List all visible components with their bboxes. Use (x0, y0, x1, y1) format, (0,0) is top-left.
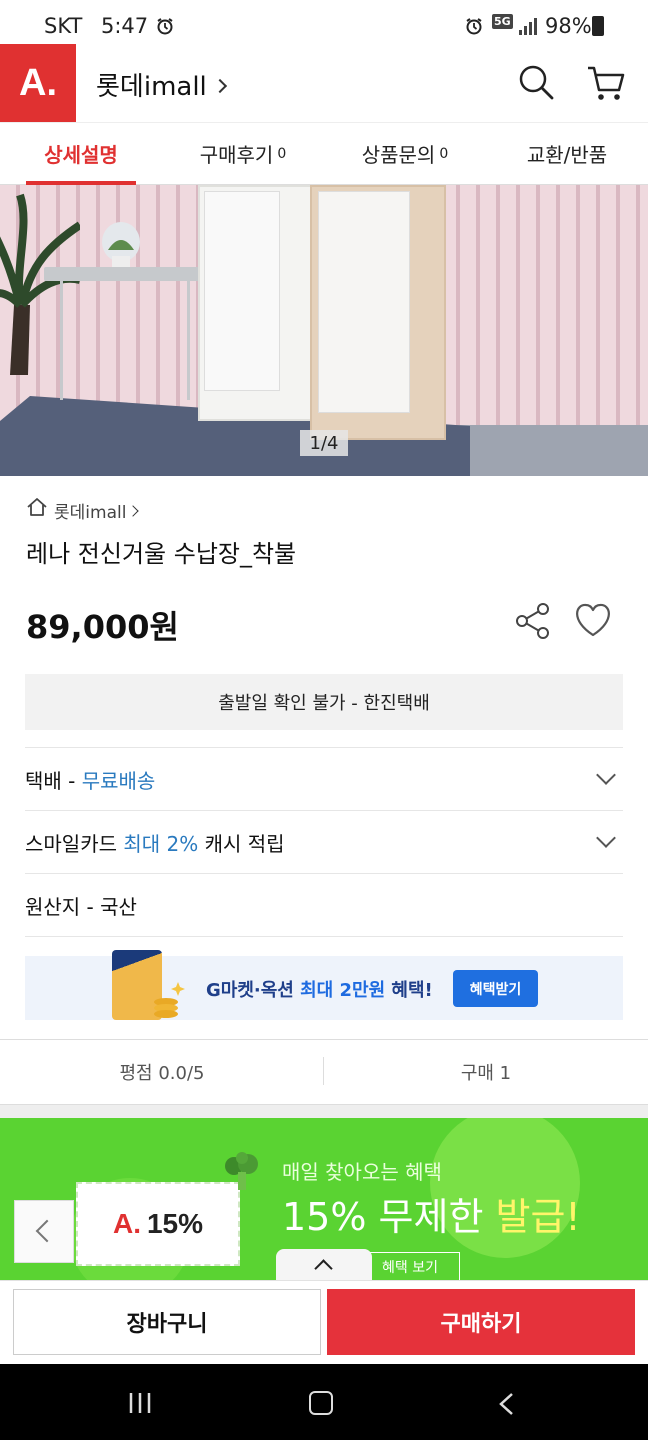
coupon-value: 15% (146, 1208, 204, 1239)
signal-icon (519, 18, 537, 35)
cart-icon[interactable] (586, 64, 626, 102)
chevron-right-icon (127, 505, 140, 517)
promo-text-prefix: G마켓·옥션 (206, 980, 301, 1001)
chevron-right-icon (212, 78, 227, 93)
chevron-up-icon (314, 1259, 333, 1278)
product-price: 89,000원 (26, 608, 179, 646)
coins-icon (154, 982, 185, 1018)
buy-now-button[interactable]: 구매하기 (327, 1289, 635, 1355)
coupon-image: A. 15% (76, 1182, 240, 1266)
view-benefit-button[interactable]: 혜택 보기 (360, 1252, 460, 1282)
rating-stat: 평점 0.0/5 (119, 1063, 205, 1084)
recent-apps-icon[interactable] (128, 1392, 152, 1414)
tab-label: 교환/반품 (526, 143, 608, 167)
tab-label: 상품문의 (361, 143, 436, 167)
promo-text: G마켓·옥션 최대 2만원 혜택! (206, 976, 433, 1002)
promo-text-highlight: 최대 2만원 (300, 980, 386, 1001)
event-subtitle: 매일 찾아오는 혜택 (282, 1160, 442, 1184)
product-title: 레나 전신거울 수납장_착불 (26, 540, 297, 568)
network-badge: 5G (492, 14, 513, 29)
tab-detail[interactable]: 상세설명 (0, 123, 162, 185)
shipping-notice: 출발일 확인 불가 - 한진택배 (25, 674, 623, 730)
get-benefit-button[interactable]: 혜택받기 (453, 970, 538, 1007)
battery-percent: 98% (545, 14, 592, 38)
section-gap (0, 1105, 648, 1118)
divider (323, 1057, 324, 1085)
event-title-main: 15% 무제한 (282, 1195, 496, 1239)
carrier-label: SKT (44, 14, 83, 38)
clock: 5:47 (101, 14, 149, 38)
search-icon[interactable] (518, 64, 554, 100)
card-value: 최대 2% (123, 831, 199, 856)
tab-count: 0 (439, 145, 449, 162)
origin-label: 원산지 - 국산 (25, 894, 137, 919)
rating-stats: 평점 0.0/5 구매 1 (0, 1039, 648, 1105)
delivery-value: 무료배송 (81, 768, 156, 793)
store-title-label: 롯데imall (96, 72, 207, 102)
tab-reviews[interactable]: 구매후기 0 (162, 123, 324, 184)
add-to-cart-button[interactable]: 장바구니 (13, 1289, 321, 1355)
share-icon[interactable] (514, 602, 552, 640)
product-tabs: 상세설명 구매후기 0 상품문의 0 교환/반품 (0, 122, 648, 185)
cabinet-white (198, 185, 314, 421)
broccoli-icon (225, 1152, 258, 1190)
chevron-down-icon (596, 765, 616, 785)
collapse-toggle[interactable] (276, 1249, 372, 1282)
card-benefit-row[interactable]: 스마일카드 최대 2% 캐시 적립 (25, 810, 623, 873)
gallery-page-indicator: 1/4 (300, 430, 348, 456)
banner-prev-button[interactable] (14, 1200, 74, 1263)
chevron-left-icon (35, 1219, 59, 1243)
card-suffix: 캐시 적립 (198, 831, 285, 856)
promo-text-suffix: 혜택! (385, 980, 433, 1001)
tab-label: 구매후기 (199, 143, 274, 167)
coupon-logo: A. (112, 1208, 141, 1239)
tab-returns[interactable]: 교환/반품 (486, 123, 648, 184)
delivery-label: 택배 - (25, 768, 82, 793)
chevron-down-icon (596, 828, 616, 848)
event-title: 15% 무제한 발급! (282, 1186, 581, 1241)
card-label: 스마일카드 (25, 831, 124, 856)
side-table-legs (60, 280, 190, 400)
tab-qna[interactable]: 상품문의 0 (324, 123, 486, 184)
side-table (44, 267, 204, 281)
event-title-highlight: 발급! (495, 1195, 581, 1239)
home-button-icon[interactable] (309, 1391, 333, 1415)
back-icon[interactable] (498, 1392, 514, 1416)
tab-count: 0 (277, 145, 287, 162)
store-breadcrumb[interactable]: 롯데imall (54, 498, 140, 523)
store-title[interactable]: 롯데imall (96, 66, 227, 103)
alarm-icon (466, 18, 482, 35)
product-image[interactable]: 1/4 (0, 185, 648, 476)
battery-icon (592, 16, 604, 36)
origin-row: 원산지 - 국산 (25, 873, 623, 936)
divider (25, 936, 623, 937)
tab-label: 상세설명 (44, 143, 118, 167)
store-breadcrumb-label: 롯데imall (54, 503, 127, 523)
purchase-count-stat: 구매 1 (460, 1063, 512, 1084)
heart-icon[interactable] (574, 602, 612, 638)
cabinet-oak (310, 185, 446, 440)
delivery-row[interactable]: 택배 - 무료배송 (25, 747, 623, 810)
alarm-icon (157, 18, 173, 35)
home-icon[interactable] (26, 497, 48, 517)
brand-logo[interactable]: A. (0, 44, 76, 122)
